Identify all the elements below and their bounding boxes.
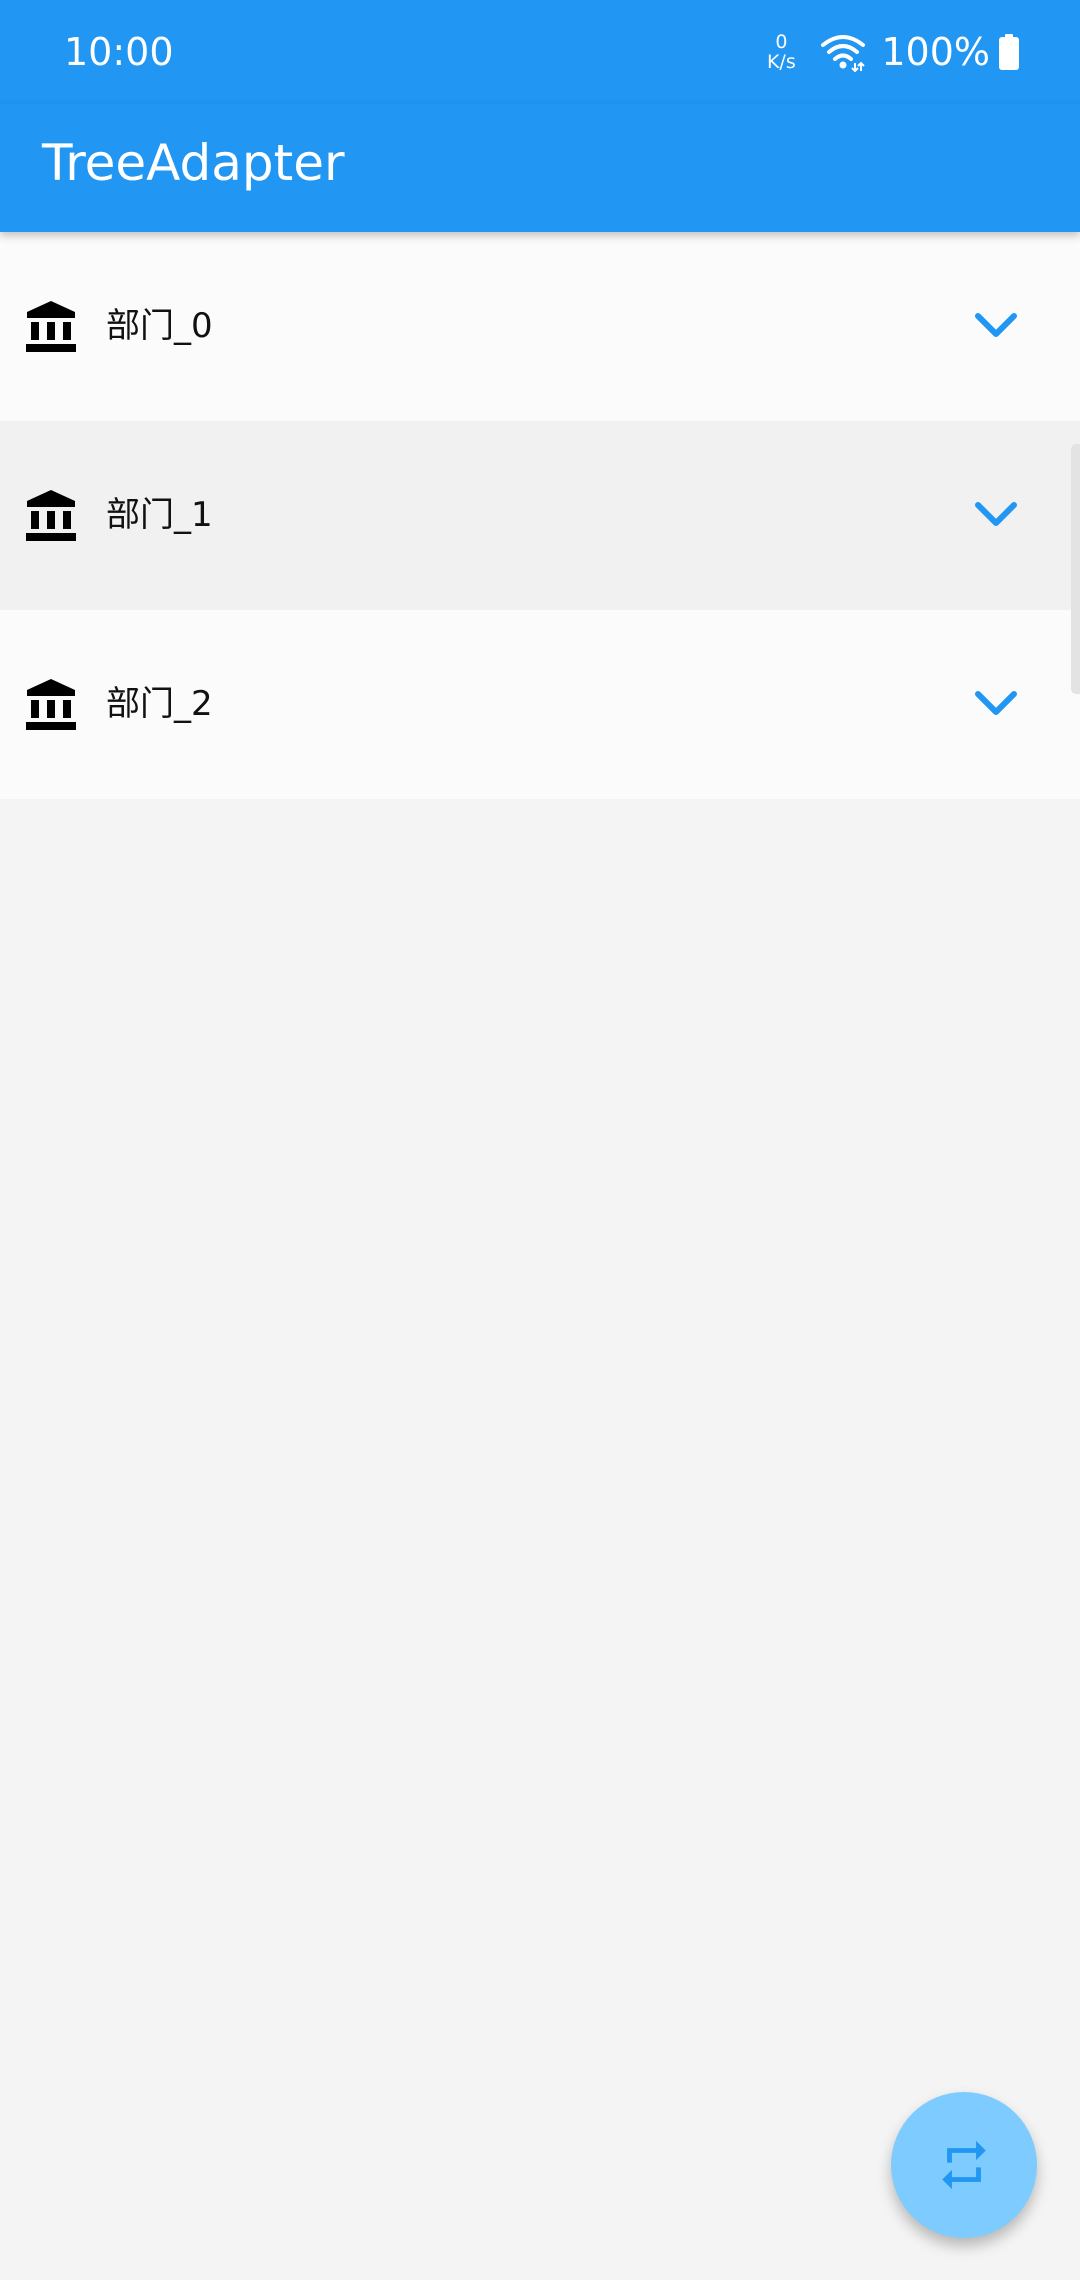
wifi-icon <box>821 35 866 72</box>
app-bar: TreeAdapter <box>0 104 1080 232</box>
bank-icon <box>26 679 76 730</box>
network-speed-value: 0 <box>775 31 788 53</box>
chevron-down-icon[interactable] <box>972 684 1020 724</box>
battery-icon <box>999 34 1019 70</box>
chevron-down-icon[interactable] <box>972 306 1020 346</box>
tree-item-label: 部门_0 <box>106 306 213 346</box>
status-time: 10:00 <box>64 30 174 74</box>
fab-button[interactable] <box>891 2092 1037 2238</box>
tree-item-label: 部门_2 <box>106 684 213 724</box>
bank-icon <box>26 490 76 541</box>
tree-list: 部门_0 部门_1 部门_2 <box>0 232 1080 799</box>
status-indicators: 0 K/s 100% <box>761 24 1020 80</box>
chevron-down-icon[interactable] <box>972 495 1020 535</box>
tree-item-1[interactable]: 部门_1 <box>0 421 1080 610</box>
network-speed-unit: K/s <box>766 51 796 73</box>
tree-item-0[interactable]: 部门_0 <box>0 232 1080 421</box>
app-title: TreeAdapter <box>42 134 345 192</box>
status-bar: 10:00 0 K/s 100% <box>0 0 1080 104</box>
network-speed: 0 K/s <box>761 32 801 72</box>
scrollbar-thumb[interactable] <box>1071 444 1080 694</box>
repeat-icon <box>942 2140 986 2190</box>
bank-icon <box>26 301 76 352</box>
tree-item-2[interactable]: 部门_2 <box>0 610 1080 799</box>
battery-percentage: 100% <box>881 30 990 74</box>
tree-item-label: 部门_1 <box>106 495 213 535</box>
